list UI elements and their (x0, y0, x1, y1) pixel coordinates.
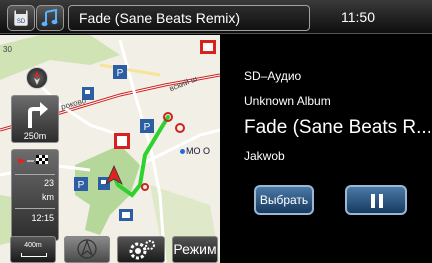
divider (15, 174, 55, 175)
scale-bar (21, 253, 47, 257)
top-bar: SD Fade (Sane Beats Remix) 11:50 (0, 0, 432, 34)
track-title: Fade (Sane Beats R... (244, 117, 430, 138)
turn-distance: 250m (23, 131, 47, 141)
divider (15, 208, 55, 209)
navigation-map[interactable]: P P P 30 вский ш роково МО О 250m 23 km … (0, 35, 220, 263)
route-flag-icon (18, 155, 48, 164)
gear-icon (129, 240, 155, 260)
map-label: 30 (3, 45, 12, 54)
svg-text:P: P (78, 180, 85, 191)
clock: 11:50 (341, 9, 375, 25)
route-info-panel[interactable]: 23 km 12:15 (11, 149, 59, 241)
music-source-button[interactable] (36, 5, 64, 31)
lukoil-icon (200, 40, 216, 54)
now-playing-title[interactable]: Fade (Sane Beats Remix) (68, 5, 310, 31)
bus-stop-icon (119, 209, 133, 221)
select-button[interactable]: Выбрать (254, 185, 314, 215)
lukoil-icon (114, 133, 130, 149)
arrival-time: 12:15 (31, 213, 54, 223)
parking-icon: P (113, 65, 127, 79)
svg-text:SD: SD (17, 19, 26, 25)
parking-icon: P (140, 119, 154, 133)
sd-source-button[interactable]: SD (7, 5, 35, 31)
svg-text:P: P (144, 122, 151, 133)
turn-right-arrow-icon (28, 102, 48, 128)
compass-icon[interactable] (26, 67, 48, 89)
map-label: МО О (186, 146, 210, 156)
map-orientation-button[interactable] (64, 236, 110, 263)
parking-icon: P (74, 177, 88, 191)
artist-name: Jakwob (244, 149, 285, 163)
next-turn-panel[interactable]: 250m (11, 95, 59, 143)
mode-button[interactable]: Режим (172, 236, 218, 263)
north-arrow-icon (77, 239, 97, 259)
metro-dot (180, 149, 185, 154)
map-settings-button[interactable] (117, 236, 165, 263)
album-name: Unknown Album (244, 94, 331, 108)
sd-card-icon: SD (13, 9, 29, 27)
music-note-icon (41, 8, 58, 27)
audio-source-label: SD–Аудио (244, 69, 302, 83)
remaining-distance: 23 (43, 178, 54, 188)
svg-text:P: P (117, 68, 124, 79)
pause-button[interactable] (345, 185, 407, 215)
remaining-distance-unit: km (42, 192, 54, 202)
scale-label: 400m (24, 242, 42, 249)
map-toolbar: 400m Режим (0, 236, 220, 263)
zoom-scale-button[interactable]: 400m (10, 236, 56, 263)
